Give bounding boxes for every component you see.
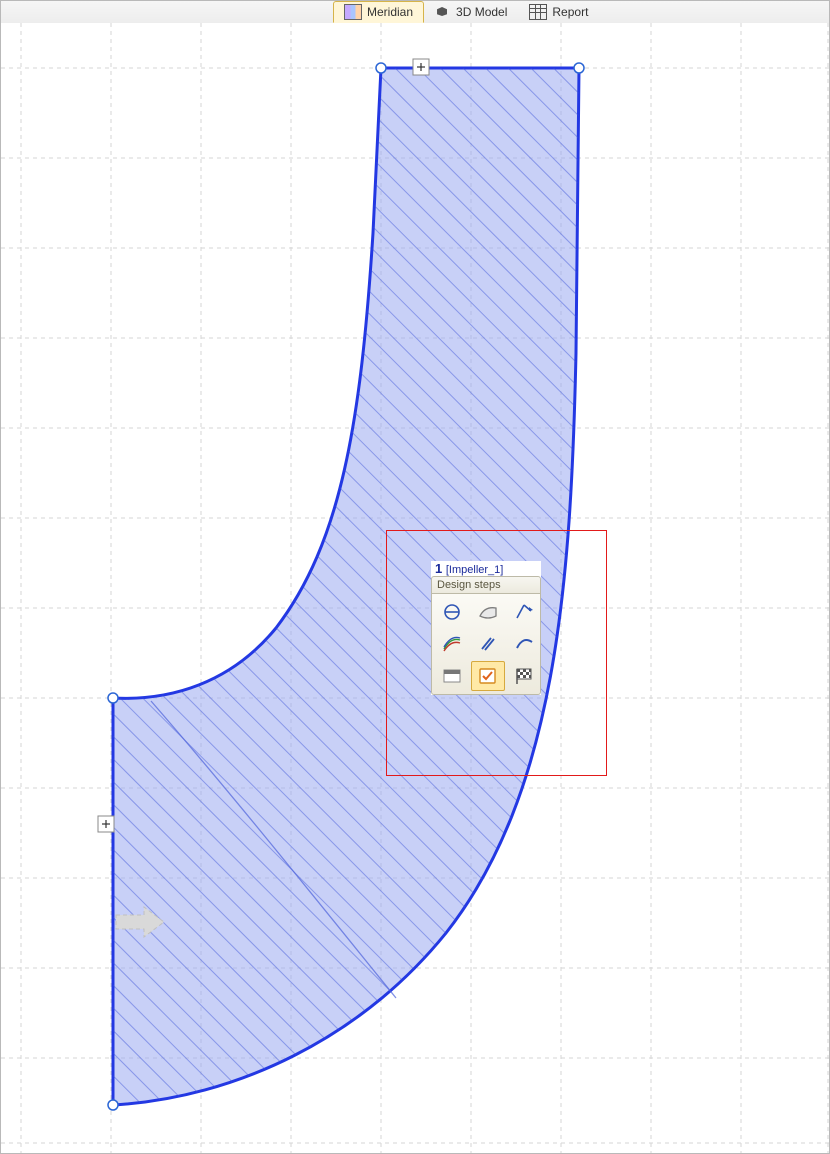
handle-shroud-outlet[interactable] <box>376 63 386 73</box>
step-finish[interactable] <box>507 661 541 691</box>
palette-component-name: [Impeller_1] <box>446 564 503 576</box>
app-frame: Meridian 3D Model Report <box>0 0 830 1154</box>
tab-3d-model[interactable]: 3D Model <box>424 1 518 23</box>
design-steps-palette[interactable]: 1 [Impeller_1] Design steps <box>431 561 541 695</box>
step-blade-profile[interactable] <box>471 629 505 659</box>
meridian-icon <box>344 4 362 20</box>
view-tabstrip: Meridian 3D Model Report <box>1 1 829 24</box>
handle-hub-inlet[interactable] <box>108 1100 118 1110</box>
step-blade-angles[interactable] <box>507 597 541 627</box>
expand-outlet-icon[interactable] <box>413 59 429 75</box>
meridian-graph[interactable] <box>1 23 829 1153</box>
palette-grid <box>431 593 541 695</box>
palette-title: 1 [Impeller_1] <box>431 561 541 576</box>
step-meridional[interactable] <box>471 597 505 627</box>
step-mesh[interactable] <box>435 661 469 691</box>
meridian-canvas[interactable]: 1 [Impeller_1] Design steps <box>1 23 829 1153</box>
tab-meridian[interactable]: Meridian <box>333 1 424 23</box>
step-edge[interactable] <box>507 629 541 659</box>
table-icon <box>529 4 547 20</box>
tab-meridian-label: Meridian <box>367 2 413 22</box>
tab-report-label: Report <box>552 2 588 22</box>
expand-inlet-icon[interactable] <box>98 816 114 832</box>
tab-3d-model-label: 3D Model <box>456 2 507 22</box>
step-mean-lines[interactable] <box>435 629 469 659</box>
palette-header: Design steps <box>431 576 541 593</box>
palette-index: 1 <box>435 561 442 576</box>
tab-report[interactable]: Report <box>518 1 599 23</box>
handle-hub-outlet[interactable] <box>574 63 584 73</box>
cube-icon <box>435 5 451 19</box>
handle-shroud-inlet[interactable] <box>108 693 118 703</box>
step-check[interactable] <box>471 661 505 691</box>
step-main-dimensions[interactable] <box>435 597 469 627</box>
